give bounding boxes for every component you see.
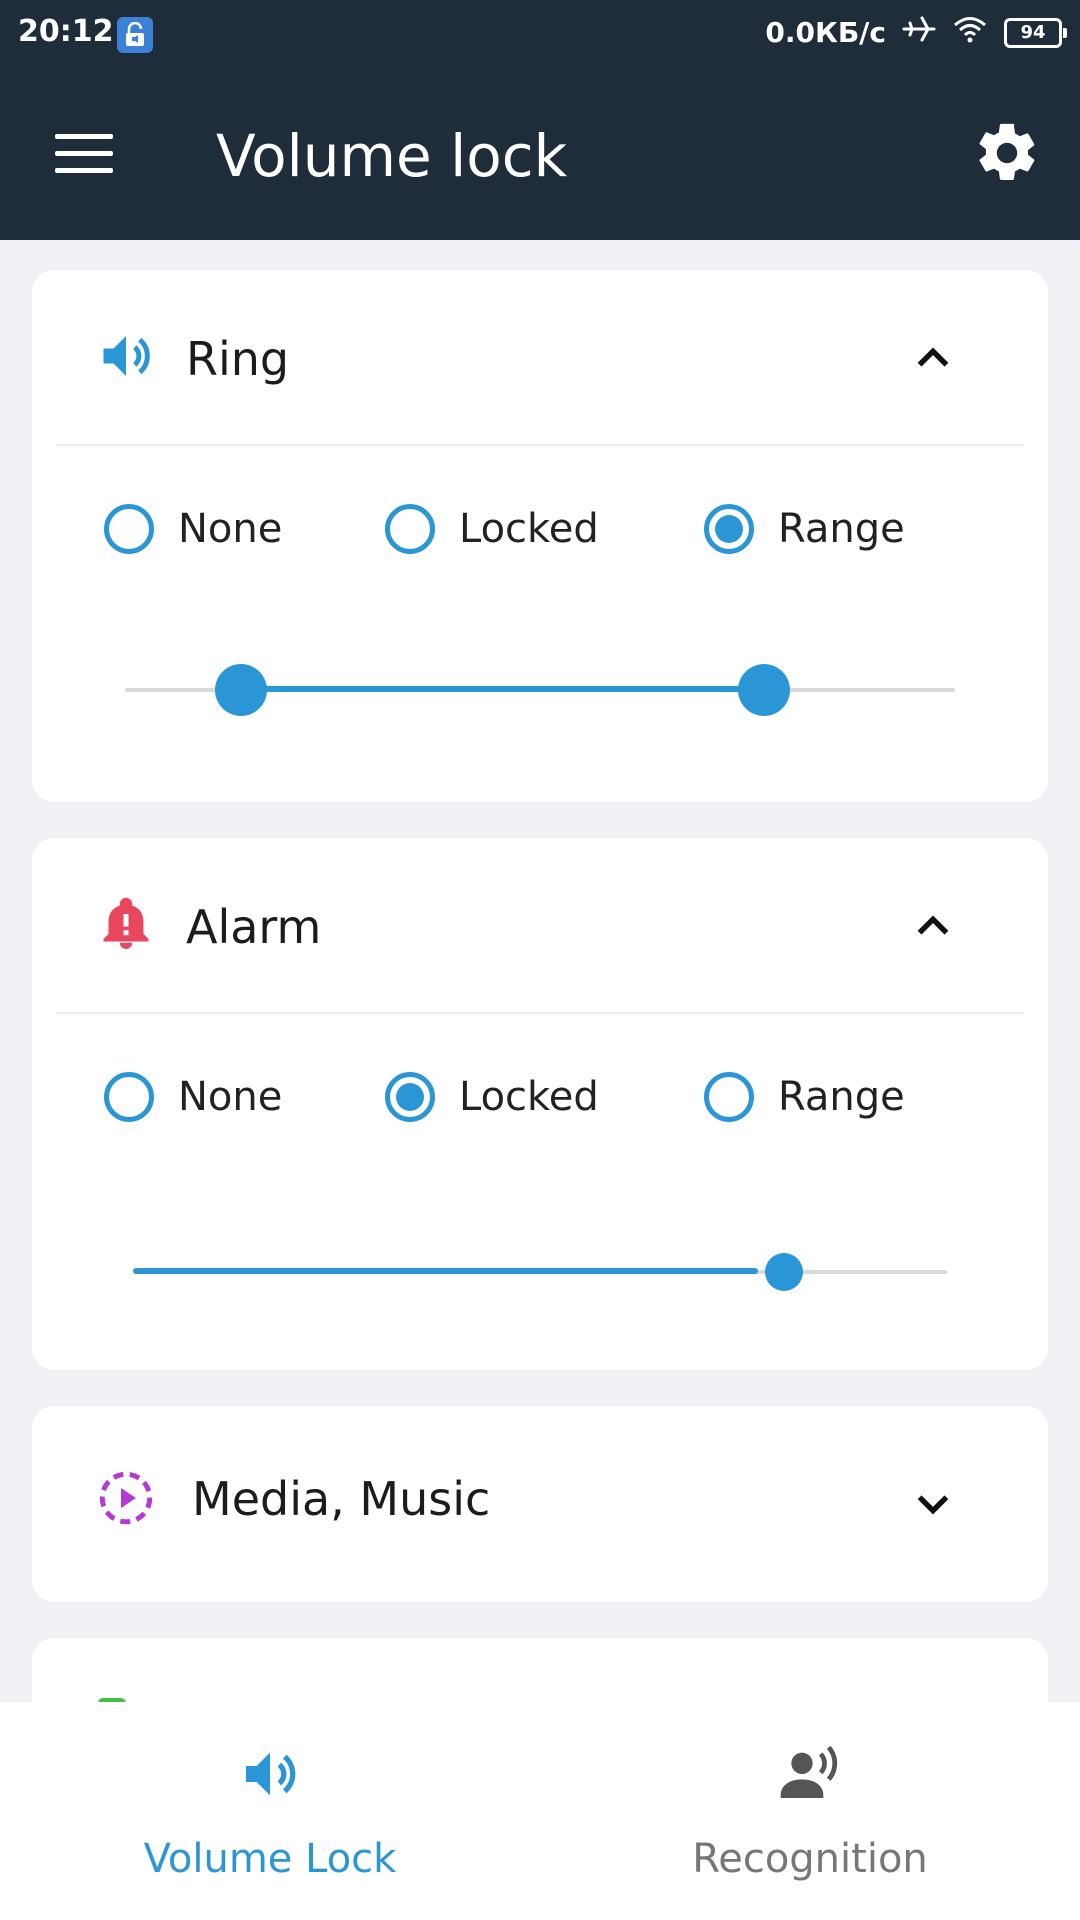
ring-range-slider[interactable] [125, 660, 955, 720]
radio-none[interactable]: None [104, 504, 282, 554]
nav-volume-lock[interactable]: Volume Lock [0, 1702, 540, 1920]
radio-locked[interactable]: Locked [385, 1072, 599, 1122]
chevron-up-icon[interactable] [910, 334, 956, 380]
speaker-icon [103, 336, 150, 376]
status-bar: 20:12 0.0КБ/с 94 [0, 0, 1080, 74]
radio-range[interactable]: Range [704, 1072, 905, 1122]
network-speed: 0.0КБ/с [765, 16, 886, 49]
ring-card-header[interactable]: Ring [32, 270, 1048, 444]
alarm-mode-radio-group: None Locked Range [32, 1072, 1048, 1148]
volume-thumb[interactable] [765, 1253, 804, 1291]
chevron-up-icon[interactable] [910, 902, 956, 948]
app-lock-notification-icon [117, 17, 153, 53]
radio-label: Locked [459, 1074, 599, 1120]
media-play-icon [99, 1471, 153, 1525]
radio-label: Locked [459, 506, 599, 552]
nav-label: Recognition [692, 1836, 928, 1882]
gear-icon[interactable] [972, 118, 1042, 188]
status-time: 20:12 [18, 14, 114, 49]
nav-recognition[interactable]: Recognition [540, 1702, 1080, 1920]
nav-label: Volume Lock [143, 1836, 397, 1882]
page-title: Volume lock [216, 122, 568, 190]
radio-label: Range [778, 1074, 905, 1120]
alarm-volume-slider[interactable] [133, 1242, 947, 1302]
card-title: Alarm [186, 900, 322, 954]
radio-label: None [178, 1074, 283, 1120]
divider [56, 444, 1024, 446]
alarm-volume-card: Alarm None Locked Range [32, 838, 1048, 1370]
bottom-navigation: Volume Lock Recognition [0, 1702, 1080, 1920]
airplane-mode-icon [902, 14, 936, 51]
radio-label: Range [778, 506, 905, 552]
alarm-bell-icon [103, 897, 149, 949]
media-volume-card: Media, Music [32, 1406, 1048, 1602]
voice-recognition-icon [780, 1745, 838, 1798]
ring-volume-card: Ring None Locked Range [32, 270, 1048, 802]
media-card-header[interactable]: Media, Music [32, 1406, 1048, 1602]
ring-mode-radio-group: None Locked Range [32, 504, 1048, 580]
wifi-icon [952, 14, 988, 51]
battery-level: 94 [1020, 22, 1046, 43]
range-high-thumb[interactable] [738, 664, 791, 716]
radio-none[interactable]: None [104, 1072, 282, 1122]
speaker-icon [246, 1752, 296, 1796]
chevron-down-icon[interactable] [910, 1480, 956, 1526]
radio-range[interactable]: Range [704, 504, 905, 554]
range-low-thumb[interactable] [215, 664, 268, 716]
divider [56, 1012, 1024, 1014]
radio-label: None [178, 506, 283, 552]
card-title: Ring [186, 332, 290, 386]
app-bar: Volume lock [0, 74, 1080, 240]
card-title: Media, Music [192, 1472, 491, 1526]
alarm-card-header[interactable]: Alarm [32, 838, 1048, 1012]
hamburger-menu-icon[interactable] [55, 134, 113, 174]
battery-icon: 94 [1004, 17, 1067, 48]
radio-locked[interactable]: Locked [385, 504, 599, 554]
